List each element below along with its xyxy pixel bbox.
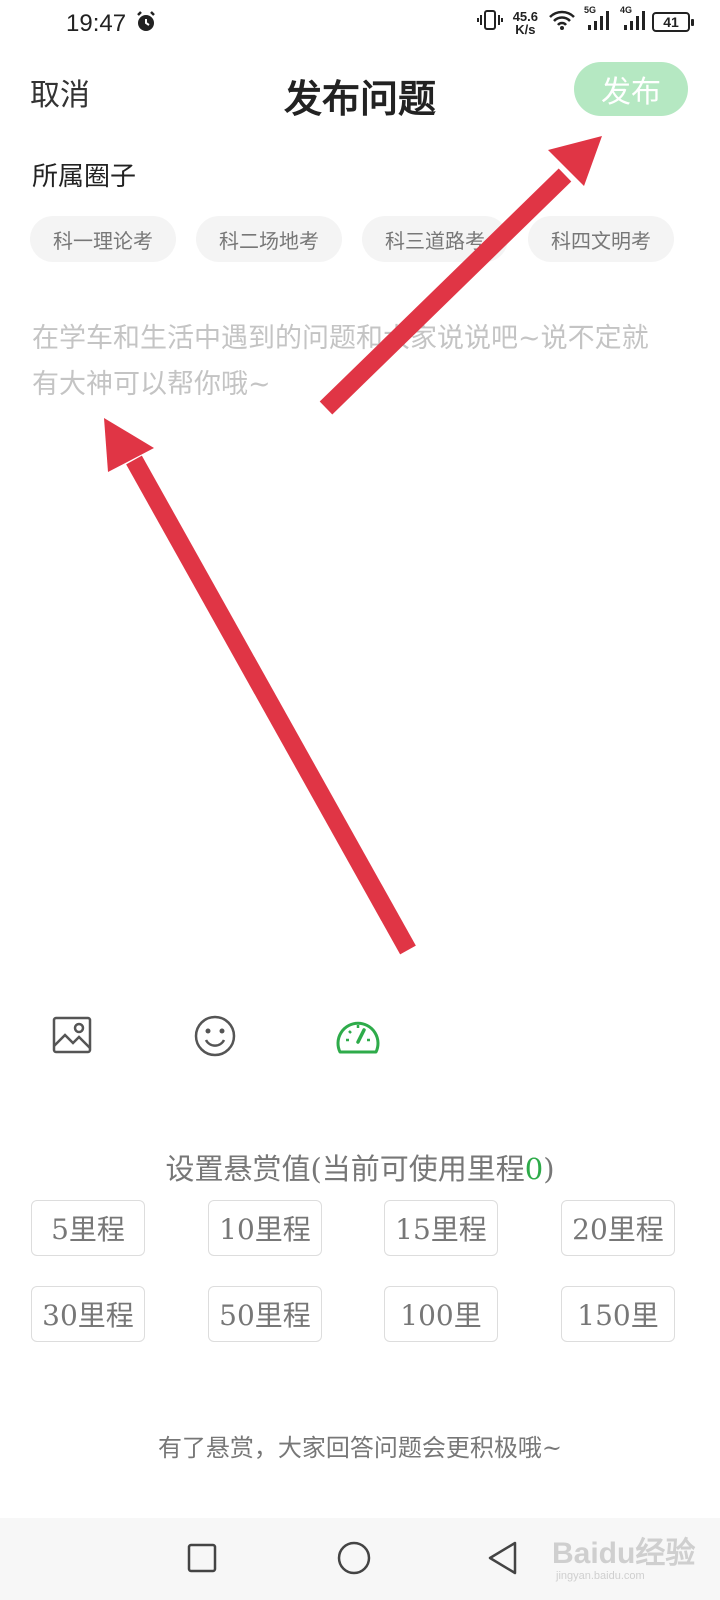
- net-speed: 45.6 K/s: [512, 8, 538, 37]
- signal-icon-sim2: 4G: [620, 5, 648, 36]
- reward-option[interactable]: 10里程: [208, 1200, 322, 1256]
- signal-icon-sim1: 5G: [584, 5, 612, 36]
- reward-option[interactable]: 50里程: [208, 1286, 322, 1342]
- chip-subject-1[interactable]: 科一理论考: [30, 216, 176, 262]
- reward-option[interactable]: 100里: [384, 1286, 498, 1342]
- back-icon[interactable]: [486, 1540, 520, 1580]
- cancel-button[interactable]: 取消: [30, 70, 90, 114]
- emoji-icon[interactable]: [193, 1014, 237, 1062]
- placeholder-line-2: 有大神可以帮你哦~: [32, 369, 271, 400]
- circle-section-label: 所属圈子: [32, 162, 137, 192]
- question-input[interactable]: 在学车和生活中遇到的问题和大家说说吧~说不定就 有大神可以帮你哦~: [32, 316, 692, 408]
- chip-subject-3[interactable]: 科三道路考: [362, 216, 508, 262]
- reward-option[interactable]: 5里程: [31, 1200, 145, 1256]
- reward-option[interactable]: 30里程: [31, 1286, 145, 1342]
- reward-gauge-icon[interactable]: [334, 1014, 382, 1062]
- chip-subject-2[interactable]: 科二场地考: [196, 216, 342, 262]
- reward-option[interactable]: 20里程: [561, 1200, 675, 1256]
- arrow-to-question-input: [104, 418, 416, 955]
- baidu-watermark-url: jingyan.baidu.com: [556, 1570, 645, 1582]
- status-icons: 45.6 K/s 5G 4G: [476, 5, 648, 37]
- chip-subject-4[interactable]: 科四文明考: [528, 216, 674, 262]
- recent-apps-icon[interactable]: [186, 1542, 218, 1578]
- reward-title: 设置悬赏值(当前可使用里程0): [165, 1152, 555, 1186]
- reward-option[interactable]: 150里: [561, 1286, 675, 1342]
- publish-button[interactable]: 发布: [574, 62, 688, 116]
- status-time: 19:47: [66, 10, 127, 37]
- available-mileage: 0: [524, 1152, 544, 1186]
- battery-level: 41: [663, 14, 679, 30]
- wifi-icon: [548, 9, 576, 36]
- baidu-watermark: Baidu经验: [552, 1537, 696, 1570]
- battery-icon: 41: [652, 12, 694, 32]
- vibrate-icon: [476, 8, 503, 37]
- alarm-icon: [134, 10, 158, 38]
- placeholder-line-1: 在学车和生活中遇到的问题和大家说说吧~说不定就: [32, 323, 649, 354]
- home-icon[interactable]: [336, 1540, 372, 1580]
- image-icon[interactable]: [52, 1016, 92, 1058]
- status-bar: 19:47 45.6 K/s 5G 4G 41: [0, 0, 720, 48]
- reward-option[interactable]: 15里程: [384, 1200, 498, 1256]
- reward-hint: 有了悬赏，大家回答问题会更积极哦~: [157, 1434, 563, 1462]
